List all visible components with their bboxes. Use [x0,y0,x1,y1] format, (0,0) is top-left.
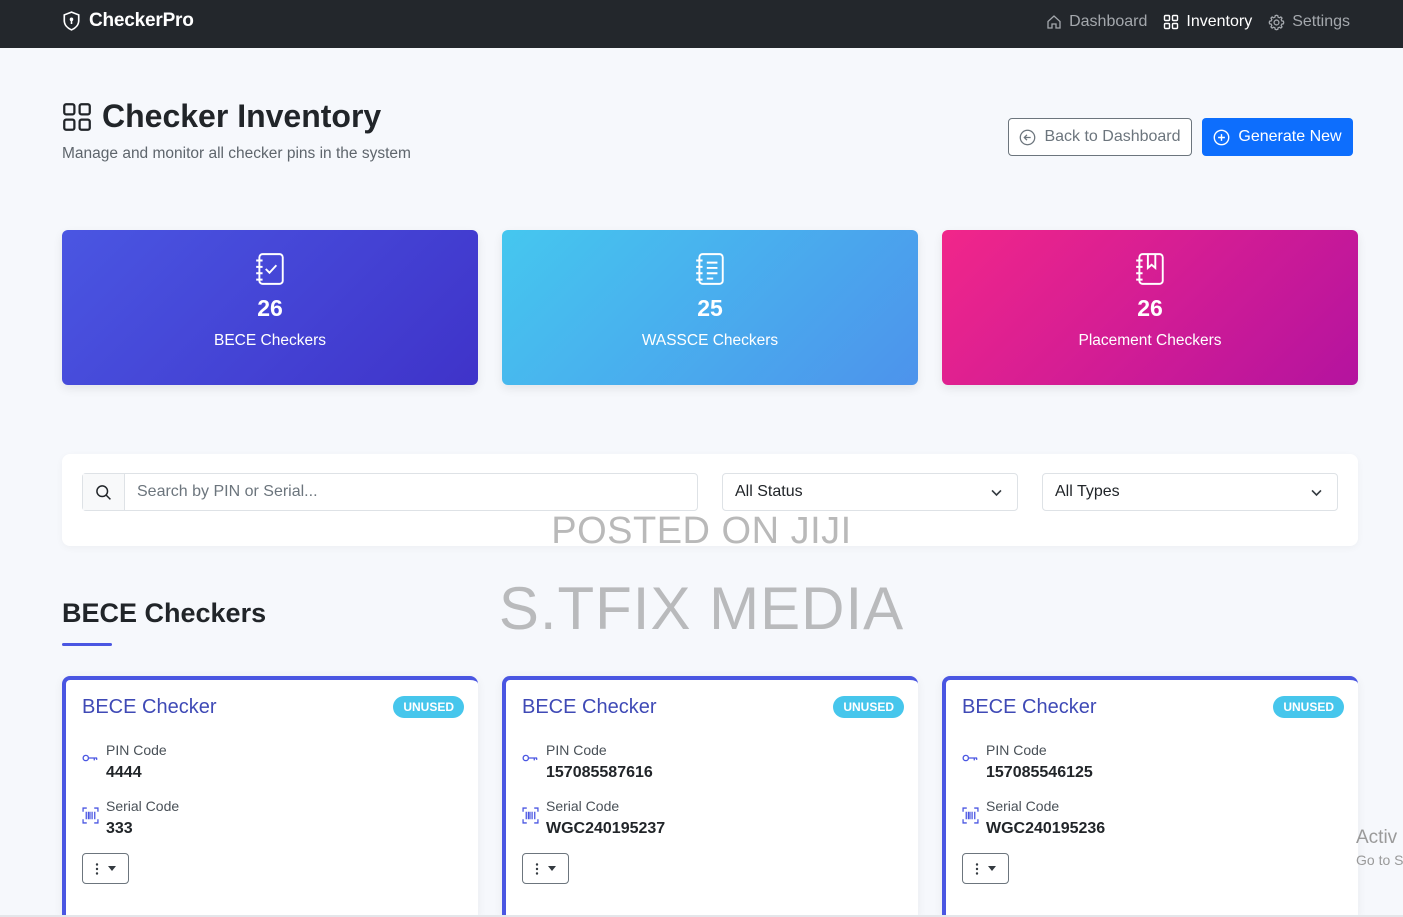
actions-dropdown-button[interactable] [522,853,569,884]
pin-label: PIN Code [546,742,607,758]
os-activation-line-2: Go to S [1356,852,1403,868]
chevron-down-icon [1310,486,1323,499]
journal-bookmark-icon [1134,252,1166,286]
actions-dropdown-button[interactable] [962,853,1009,884]
serial-value: WGC240195236 [986,820,1106,837]
checker-card: BECE Checker UNUSED PIN Code 15708558761… [502,676,918,917]
serial-label: Serial Code [546,798,620,814]
key-icon [962,752,979,764]
pin-value: 157085546125 [986,764,1093,781]
serial-value: 333 [106,820,133,837]
barcode-icon [962,807,979,824]
checker-card-title: BECE Checker [522,696,657,718]
serial-label: Serial Code [986,798,1060,814]
status-select-value: All Status [735,483,803,500]
pin-label: PIN Code [986,742,1047,758]
nav-link-label: Inventory [1186,13,1253,30]
generate-new-label: Generate New [1238,128,1342,145]
nav-link-settings[interactable]: Settings [1268,11,1350,33]
top-navbar: CheckerPro Dashboard Inventory Settings [0,0,1403,48]
pin-label: PIN Code [106,742,167,758]
plus-circle-icon [1213,129,1230,146]
barcode-icon [522,807,539,824]
stat-count: 26 [257,295,283,321]
os-activation-line-1: Activ [1356,827,1398,848]
watermark-line-1: POSTED ON JIJI [551,510,852,552]
nav-link-label: Dashboard [1069,13,1148,30]
journal-text-icon [694,252,726,286]
page-subtitle: Manage and monitor all checker pins in t… [62,145,411,162]
shield-icon [62,11,81,31]
checker-card: BECE Checker UNUSED PIN Code 4444 Serial… [62,676,478,917]
actions-dropdown-button[interactable] [82,853,129,884]
nav-link-inventory[interactable]: Inventory [1163,11,1252,33]
grid-icon [1163,14,1179,30]
generate-new-button[interactable]: Generate New [1202,118,1353,156]
nav-links: Dashboard Inventory Settings [1046,11,1350,33]
brand-name: CheckerPro [89,10,194,31]
caret-down-icon [988,866,996,871]
three-dots-vertical-icon [535,862,539,875]
nav-link-dashboard[interactable]: Dashboard [1046,11,1147,33]
serial-label: Serial Code [106,798,180,814]
checker-card: BECE Checker UNUSED PIN Code 15708554612… [942,676,1358,917]
caret-down-icon [108,866,116,871]
section-underline [62,643,112,646]
search-group [82,473,698,511]
stat-label: BECE Checkers [214,332,326,349]
serial-value: WGC240195237 [546,820,666,837]
back-to-dashboard-button[interactable]: Back to Dashboard [1008,118,1192,156]
nav-link-label: Settings [1292,13,1350,30]
pin-value: 4444 [106,764,142,781]
chevron-down-icon [990,486,1003,499]
stat-label: Placement Checkers [1078,332,1222,349]
caret-down-icon [548,866,556,871]
type-select[interactable]: All Types [1042,473,1338,511]
checker-card-title: BECE Checker [82,696,217,718]
stat-card-wassce: 25 WASSCE Checkers [502,230,918,385]
grid-icon [62,102,92,132]
checker-card-title: BECE Checker [962,696,1097,718]
status-badge: UNUSED [1273,696,1344,718]
os-activation-notice: Activ Go to S [1356,827,1403,871]
back-to-dashboard-label: Back to Dashboard [1044,128,1181,145]
search-input[interactable] [125,474,697,510]
type-select-value: All Types [1055,483,1120,500]
pin-value: 157085587616 [546,764,653,781]
key-icon [522,752,539,764]
stat-card-bece: 26 BECE Checkers [62,230,478,385]
stat-count: 26 [1137,295,1163,321]
watermark-line-2: S.TFIX MEDIA [498,575,905,642]
key-icon [82,752,99,764]
stat-count: 25 [697,295,723,321]
search-icon [95,484,112,501]
house-icon [1046,14,1062,30]
gear-icon [1268,14,1285,31]
brand[interactable]: CheckerPro [62,10,194,32]
arrow-left-circle-icon [1019,129,1036,146]
three-dots-vertical-icon [95,862,99,875]
stat-label: WASSCE Checkers [641,332,779,349]
page-title-text: Checker Inventory [102,98,382,134]
journal-check-icon [254,252,286,286]
three-dots-vertical-icon [975,862,979,875]
search-addon [83,474,125,510]
page-title: Checker Inventory [62,98,381,135]
barcode-icon [82,807,99,824]
status-badge: UNUSED [393,696,464,718]
status-select[interactable]: All Status [722,473,1018,511]
stat-card-placement: 26 Placement Checkers [942,230,1358,385]
status-badge: UNUSED [833,696,904,718]
